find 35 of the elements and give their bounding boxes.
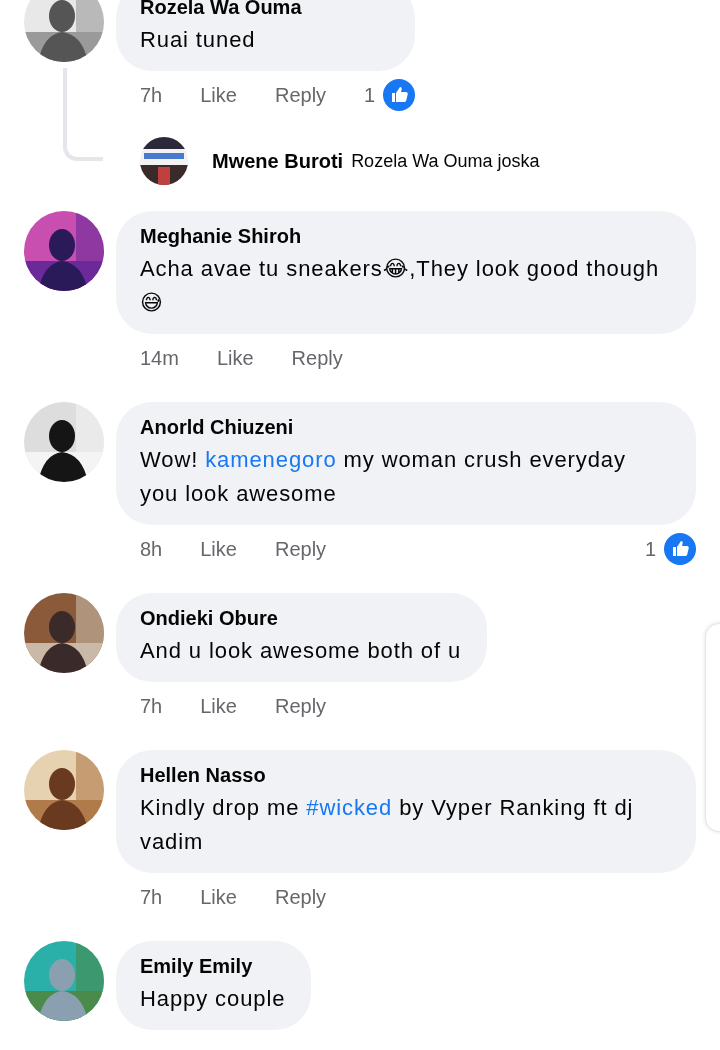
reply-text: Rozela Wa Ouma joska (351, 150, 540, 172)
comment-text: Wow! kamenegoro my woman crush everyday you look awesome (140, 446, 627, 508)
author-name: Hellen Nasso (140, 763, 267, 788)
author-name: Emily Emily (140, 954, 254, 979)
author-name: Anorld Chiuzeni (140, 415, 295, 440)
author-name: Mwene Buroti (212, 149, 344, 173)
timestamp: 7h (140, 83, 163, 107)
comment-text: And u look awesome both of u (140, 637, 462, 665)
timestamp: 14m (140, 346, 179, 370)
reaction-count: 1 (644, 537, 656, 561)
thumbs-up-icon (664, 533, 696, 565)
reply-link[interactable]: Reply (274, 537, 327, 561)
timestamp: 8h (140, 537, 163, 561)
author-name: Rozela Wa Ouma (140, 0, 303, 20)
comment-text: Acha avae tu sneakers😂,They look good though 😅 (140, 255, 661, 317)
like-link[interactable]: Like (200, 83, 237, 107)
mention-link[interactable]: kamenegoro (205, 447, 337, 472)
reply-link[interactable]: Reply (274, 885, 327, 909)
comment-text: Ruai tuned (140, 26, 257, 54)
author-name: Meghanie Shiroh (140, 224, 303, 249)
reply-link[interactable]: Reply (274, 83, 327, 107)
reply-link[interactable]: Reply (274, 694, 327, 718)
reply-link[interactable]: Reply (291, 346, 343, 370)
reaction-count: 1 (364, 83, 376, 107)
mention-link[interactable]: #wicked (306, 795, 393, 820)
comment-text: Kindly drop me #wicked by Vyper Ranking ft dj vadim (140, 794, 635, 856)
timestamp: 7h (140, 885, 163, 909)
like-link[interactable]: Like (200, 694, 237, 718)
like-link[interactable]: Like (200, 537, 237, 561)
like-link[interactable]: Like (200, 885, 237, 909)
like-link[interactable]: Like (216, 346, 254, 370)
thumbs-up-icon (383, 79, 416, 111)
comment-text: Happy couple (140, 985, 286, 1013)
author-name: Ondieki Obure (140, 606, 279, 631)
timestamp: 7h (140, 694, 163, 718)
